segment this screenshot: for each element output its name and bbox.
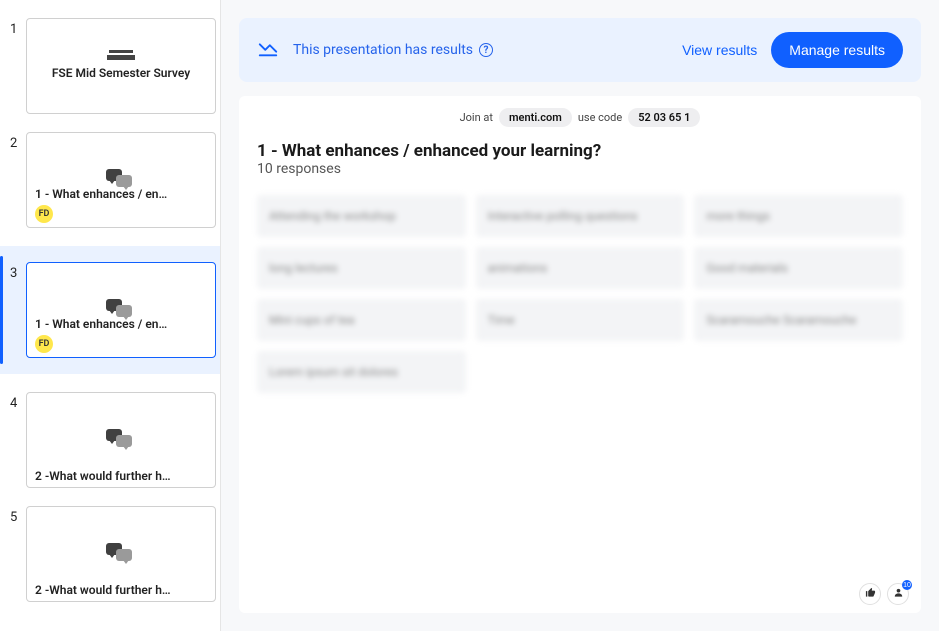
slide-number: 1 [8, 18, 26, 37]
thumbs-up-icon [865, 587, 876, 601]
participant-count-badge: 10 [902, 580, 912, 590]
thumb-title: 1 - What enhances / en… [35, 317, 207, 331]
responses-count: 10 responses [257, 161, 903, 177]
fd-badge: FD [35, 335, 53, 353]
slide-number: 5 [8, 506, 26, 525]
join-code-chip: 52 03 65 1 [628, 108, 700, 127]
thumb-card: 1 - What enhances / en… FD [26, 262, 216, 358]
response-card: long lectures [257, 247, 466, 289]
manage-results-button[interactable]: Manage results [771, 32, 903, 68]
person-icon [893, 587, 904, 601]
slide-thumbnail[interactable]: 2 1 - What enhances / en… FD [0, 132, 220, 228]
slide-number: 2 [8, 132, 26, 151]
response-card: Mini cups of tea [257, 299, 466, 341]
slide-panel: 1 FSE Mid Semester Survey 2 1 - What enh… [0, 0, 221, 631]
response-card: animations [476, 247, 685, 289]
question-title: 1 - What enhances / enhanced your learni… [257, 141, 903, 161]
slide-number: 4 [8, 392, 26, 411]
thumb-card: 2 -What would further h… [26, 506, 216, 602]
thumb-card: 1 - What enhances / en… FD [26, 132, 216, 228]
response-card: Good materials [694, 247, 903, 289]
fd-badge: FD [35, 205, 53, 223]
info-icon[interactable]: ? [479, 43, 493, 57]
response-card: Interactive polling questions [476, 195, 685, 237]
thumb-title: 1 - What enhances / en… [35, 187, 207, 201]
response-card: more things [694, 195, 903, 237]
participants-button[interactable]: 10 [887, 583, 909, 605]
open-ended-icon [106, 543, 136, 565]
join-domain-chip: menti.com [499, 108, 572, 127]
slide-thumbnail[interactable]: 1 FSE Mid Semester Survey [0, 18, 220, 114]
main-area: This presentation has results ? View res… [221, 0, 939, 631]
slide-preview: Join at menti.com use code 52 03 65 1 1 … [239, 96, 921, 613]
view-results-link[interactable]: View results [682, 42, 757, 58]
open-ended-icon [106, 429, 136, 451]
results-chart-icon [257, 37, 279, 63]
join-instructions: Join at menti.com use code 52 03 65 1 [460, 108, 701, 127]
thumb-card: 2 -What would further h… [26, 392, 216, 488]
banner-text: This presentation has results ? [293, 42, 668, 58]
slide-number: 3 [8, 262, 26, 281]
results-banner: This presentation has results ? View res… [239, 18, 921, 82]
thumb-card: FSE Mid Semester Survey [26, 18, 216, 114]
response-card: Attending the workshop [257, 195, 466, 237]
thumb-title: FSE Mid Semester Survey [52, 66, 190, 82]
slide-thumbnail[interactable]: 3 1 - What enhances / en… FD [0, 246, 220, 374]
response-card: Scaramouche Scaramouche [694, 299, 903, 341]
thumb-title: 2 -What would further h… [35, 469, 207, 483]
response-card: Lorem ipsum sit dolores [257, 351, 466, 393]
response-card: Time [476, 299, 685, 341]
slide-thumbnail[interactable]: 4 2 -What would further h… [0, 392, 220, 488]
slide-thumbnail[interactable]: 5 2 -What would further h… [0, 506, 220, 602]
responses-grid: Attending the workshop Interactive polli… [257, 195, 903, 393]
thumb-title: 2 -What would further h… [35, 583, 207, 597]
thumbs-up-button[interactable] [859, 583, 881, 605]
preview-actions: 10 [859, 583, 909, 605]
title-slide-decor-icon [107, 50, 135, 60]
